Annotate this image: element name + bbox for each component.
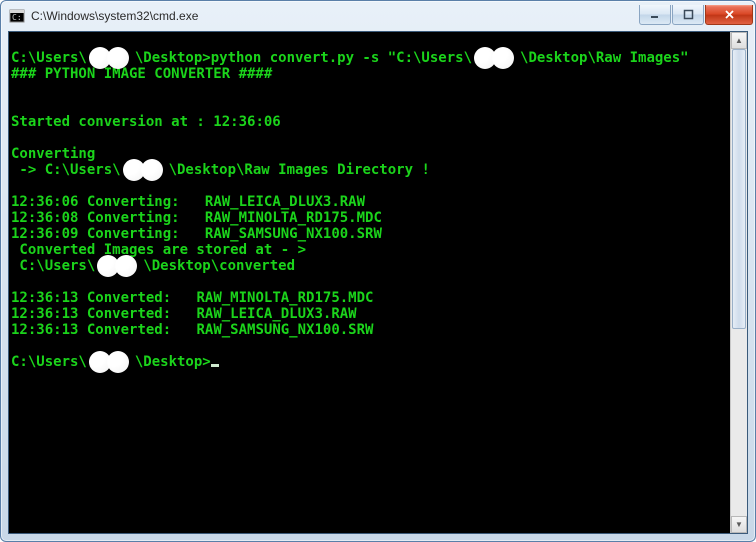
prompt-suffix: \Desktop> <box>135 50 211 66</box>
stored-label: Converted Images are stored at - > <box>11 242 306 258</box>
scroll-up-button[interactable]: ▲ <box>731 32 747 49</box>
convert-line: 12:36:06 Converting: RAW_LEICA_DLUX3.RAW <box>11 194 365 210</box>
started-line: Started conversion at : 12:36:06 <box>11 114 281 130</box>
cursor <box>211 364 219 367</box>
titlebar[interactable]: C: C:\Windows\system32\cmd.exe <box>1 1 755 31</box>
converted-line: 12:36:13 Converted: RAW_MINOLTA_RD175.MD… <box>11 290 373 306</box>
scroll-track[interactable] <box>731 49 747 516</box>
minimize-button[interactable] <box>639 5 671 25</box>
command-text: python convert.py -s "C:\Users\ <box>211 50 472 66</box>
redacted-username <box>87 51 135 65</box>
maximize-button[interactable] <box>672 5 704 25</box>
converted-line: 12:36:13 Converted: RAW_LEICA_DLUX3.RAW <box>11 306 357 322</box>
scroll-down-button[interactable]: ▼ <box>731 516 747 533</box>
window-title: C:\Windows\system32\cmd.exe <box>31 9 639 23</box>
convert-line: 12:36:08 Converting: RAW_MINOLTA_RD175.M… <box>11 210 382 226</box>
prompt-prefix: C:\Users\ <box>11 50 87 66</box>
terminal-area[interactable]: C:\Users\\Desktop>python convert.py -s "… <box>8 31 748 534</box>
scroll-thumb[interactable] <box>732 49 746 329</box>
cmd-window: C: C:\Windows\system32\cmd.exe C:\Users\… <box>0 0 756 542</box>
converting-header: Converting <box>11 146 95 162</box>
terminal-output: C:\Users\\Desktop>python convert.py -s "… <box>9 32 747 370</box>
scrollbar[interactable]: ▲ ▼ <box>730 32 747 533</box>
final-prompt: C:\Users\\Desktop> <box>11 354 219 370</box>
window-controls <box>639 5 753 25</box>
command-tail: \Desktop\Raw Images" <box>520 50 689 66</box>
banner-line: ### PYTHON IMAGE CONVERTER #### <box>11 66 272 82</box>
redacted-username <box>121 163 169 177</box>
converted-line: 12:36:13 Converted: RAW_SAMSUNG_NX100.SR… <box>11 322 373 338</box>
redacted-username <box>87 355 135 369</box>
close-button[interactable] <box>705 5 753 25</box>
converting-path: -> C:\Users\\Desktop\Raw Images Director… <box>11 162 430 178</box>
cmd-icon: C: <box>9 8 25 24</box>
prompt-line: C:\Users\ \Desktop>python convert.py -s "… <box>11 50 689 66</box>
redacted-username <box>95 259 143 273</box>
convert-line: 12:36:09 Converting: RAW_SAMSUNG_NX100.S… <box>11 226 382 242</box>
redacted-username <box>472 51 520 65</box>
stored-path: C:\Users\\Desktop\converted <box>11 258 295 274</box>
svg-text:C:: C: <box>12 13 22 22</box>
